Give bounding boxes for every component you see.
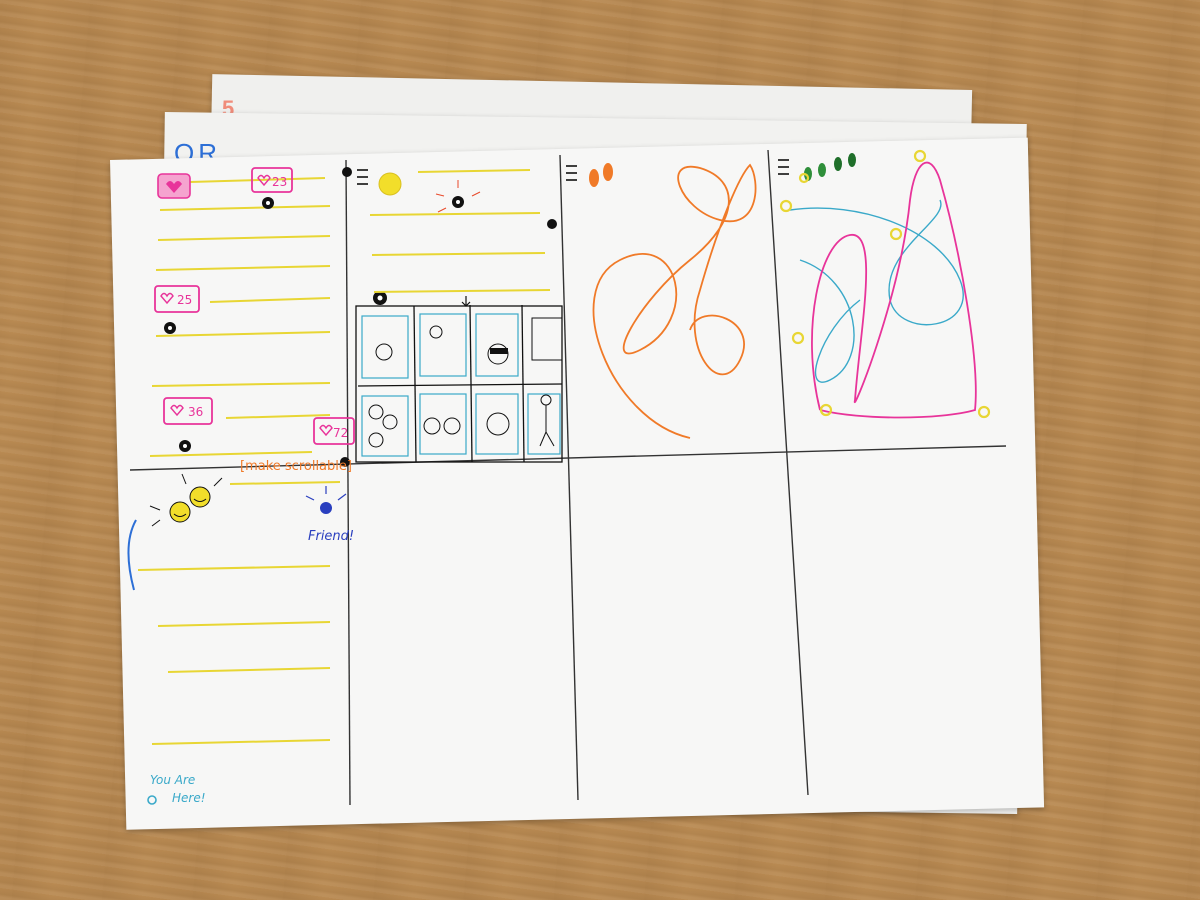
- heart-bubble-icon: [157, 173, 191, 199]
- like-count: 23: [272, 175, 287, 189]
- avatar: [378, 172, 402, 196]
- friend-path-pink: [811, 161, 977, 419]
- map-pin-icons: [164, 167, 557, 467]
- arrow-down-icon: [461, 296, 471, 307]
- you-are-here-icon: [147, 795, 157, 805]
- menu-icon: [357, 169, 368, 185]
- walk-path: [592, 163, 757, 439]
- make-scrollable-note: [make scrollable]: [240, 459, 352, 474]
- sketch-layer: 23 25 36 72 [make scrollable] Friend! Yo…: [127, 149, 1007, 806]
- you-are-here-note: Here!: [172, 791, 206, 805]
- like-count: 72: [333, 426, 348, 440]
- you-are-here-note: You Are: [150, 773, 195, 787]
- menu-icon: [778, 159, 789, 175]
- photo-grid: [355, 304, 563, 463]
- sunglasses-icon: [490, 348, 508, 354]
- like-count: 25: [177, 293, 192, 307]
- blue-bracket: [127, 519, 137, 591]
- like-count: 36: [188, 405, 203, 419]
- friend-note: Friend!: [308, 529, 354, 544]
- menu-icon: [566, 165, 577, 181]
- group-footprints-icon: [804, 153, 856, 181]
- waypoint-icons: [779, 149, 991, 419]
- friend-pin-icon: [305, 486, 347, 514]
- storyboard-grid: [129, 149, 1007, 806]
- footprints-icon: [589, 163, 613, 187]
- friends-smiley-icons: [149, 473, 223, 527]
